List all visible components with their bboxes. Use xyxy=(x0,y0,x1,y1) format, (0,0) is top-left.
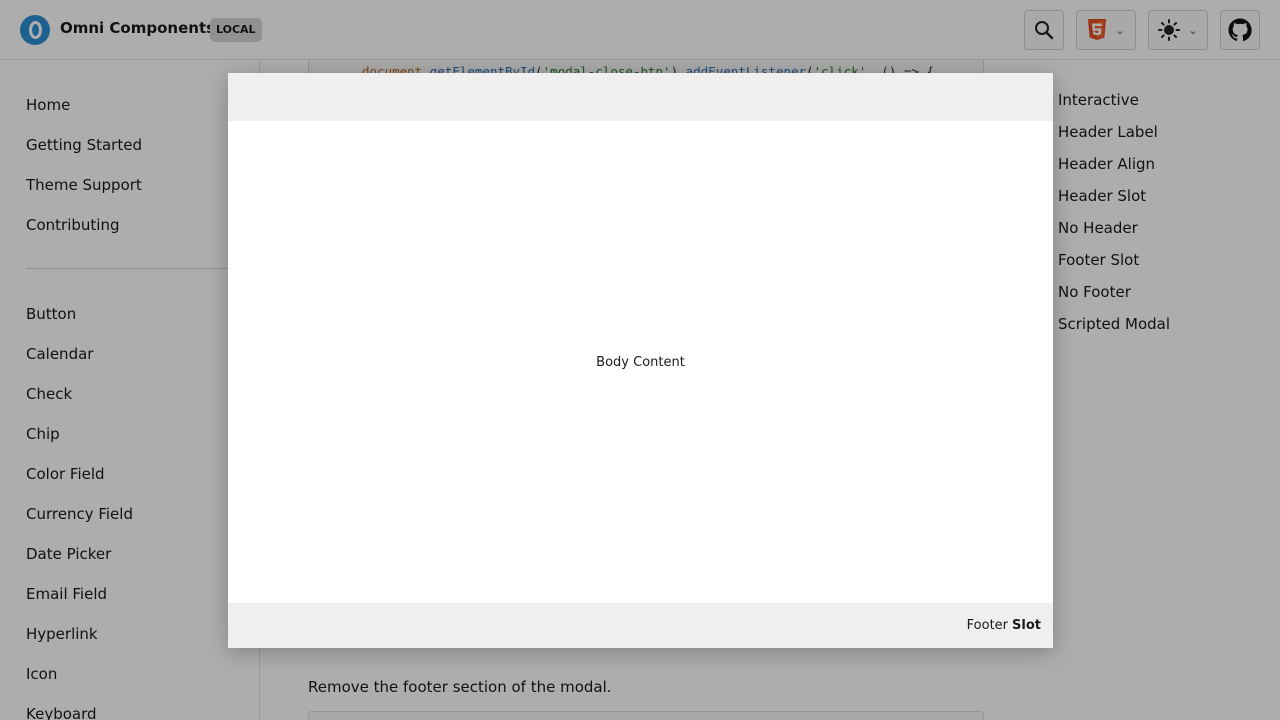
modal-footer-bold-text: Slot xyxy=(1012,618,1041,633)
modal-header xyxy=(228,73,1053,121)
modal-footer-text: Footer xyxy=(966,618,1009,633)
modal-body-text: Body Content xyxy=(596,354,685,370)
modal-dialog: Body Content Footer Slot xyxy=(228,73,1053,648)
modal-footer: Footer Slot xyxy=(228,603,1053,648)
modal-body: Body Content xyxy=(228,121,1053,603)
